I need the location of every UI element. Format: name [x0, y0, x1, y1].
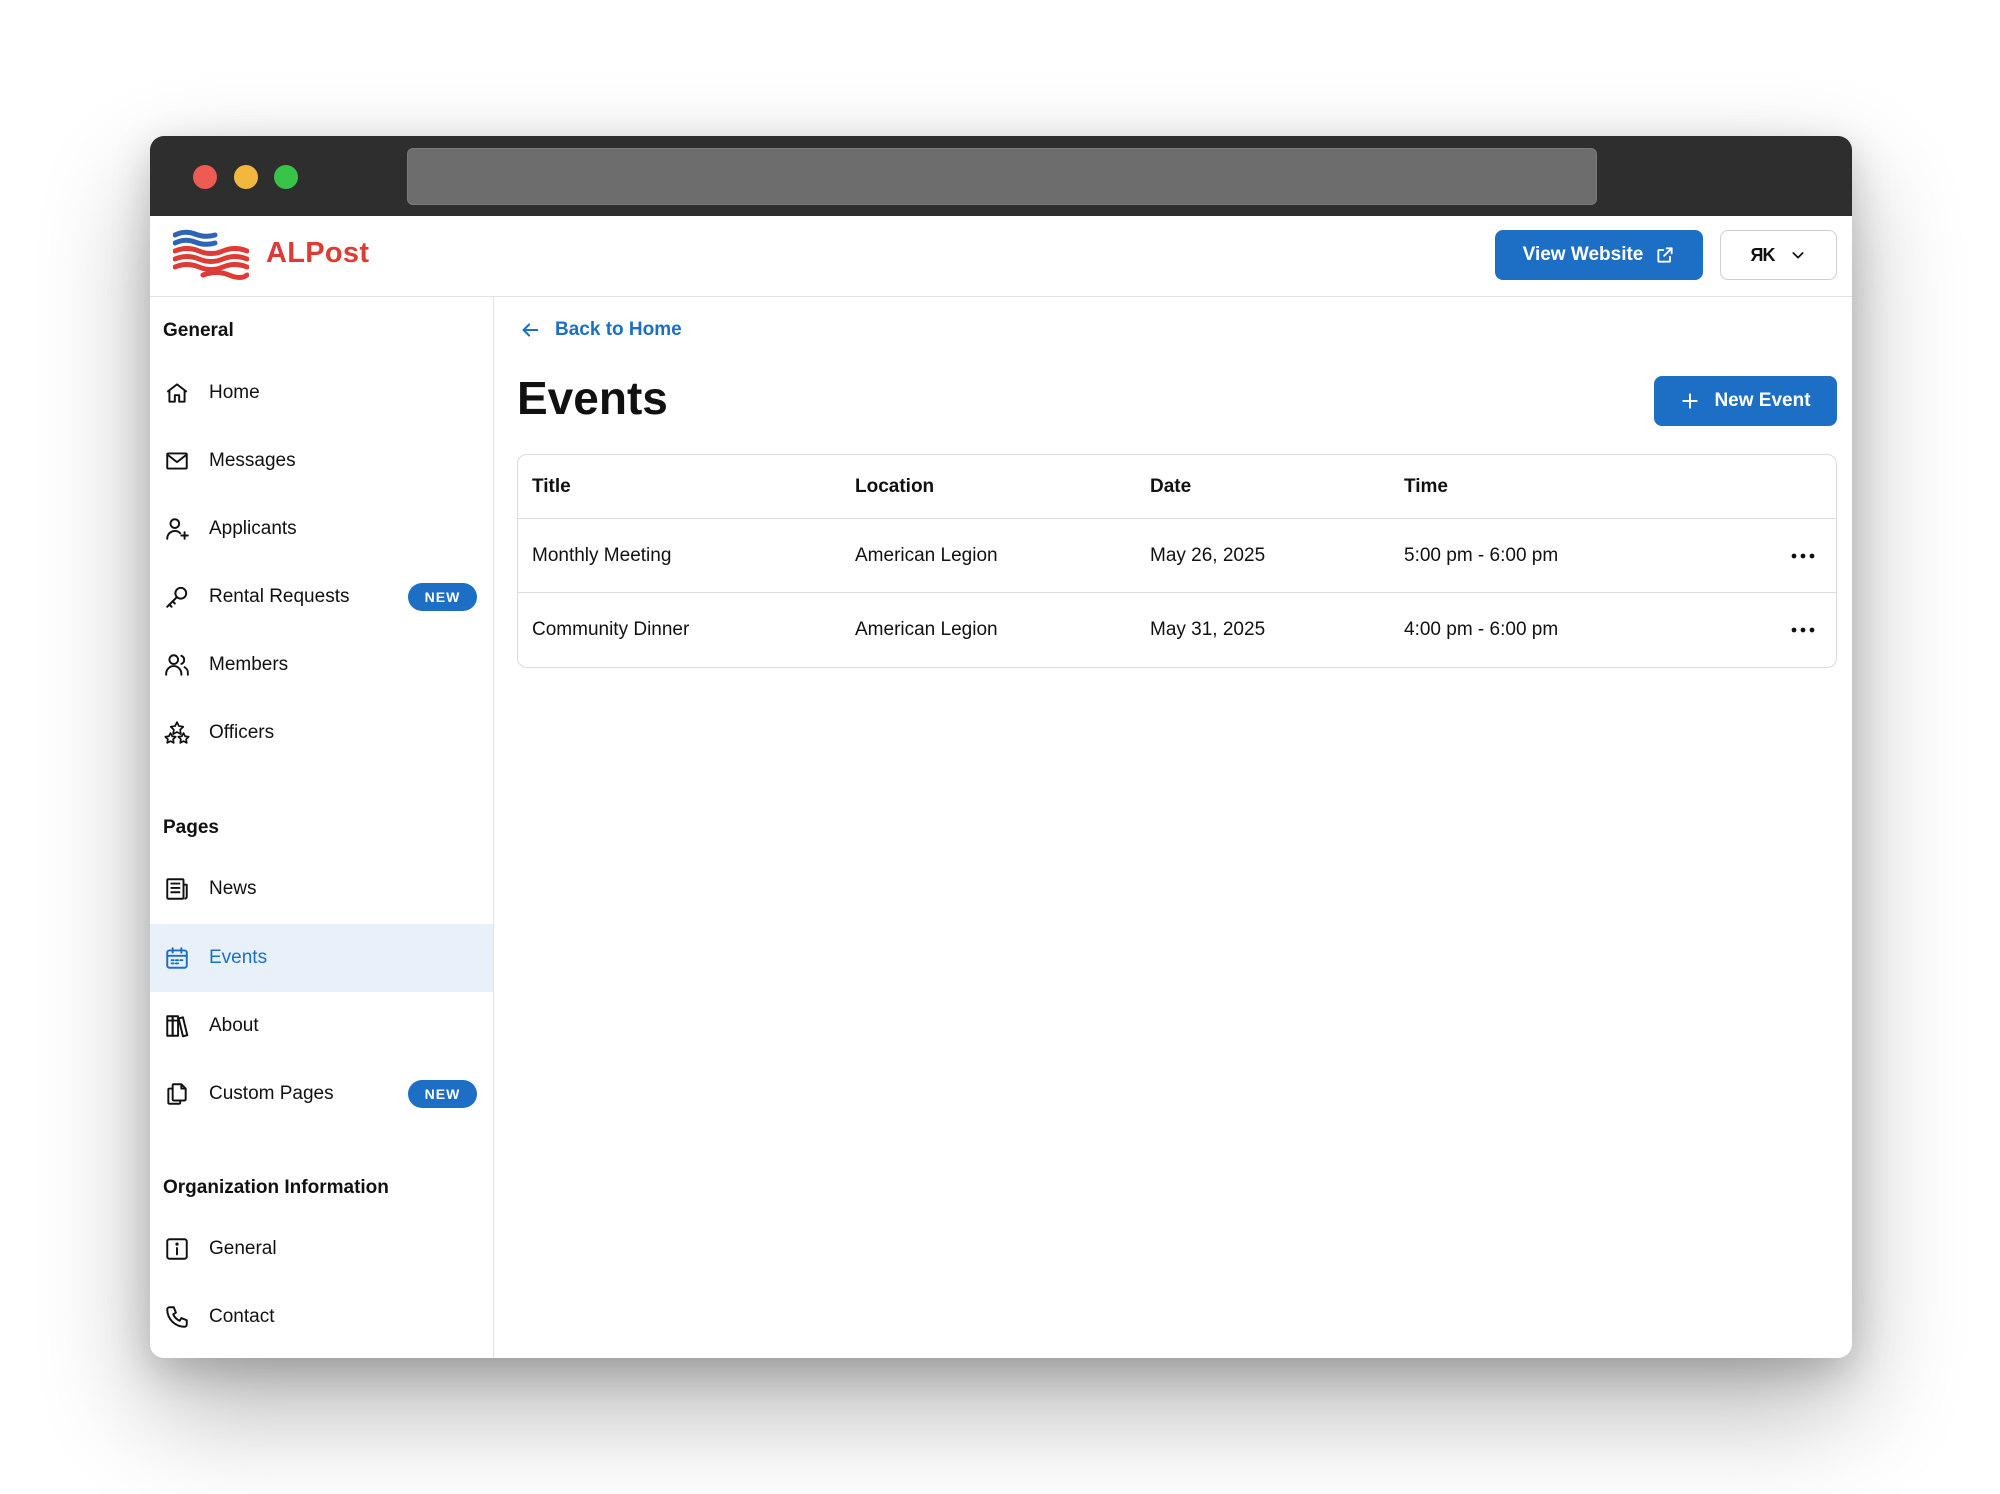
- arrow-left-icon: [522, 323, 539, 337]
- address-bar[interactable]: [407, 148, 1597, 205]
- books-icon: [163, 1012, 191, 1040]
- sidebar-item-rental-requests[interactable]: Rental Requests NEW: [150, 563, 493, 631]
- maximize-window-button[interactable]: [274, 165, 298, 189]
- calendar-icon: [163, 944, 191, 972]
- sidebar-item-label: Rental Requests: [209, 586, 350, 607]
- event-title-cell: Monthly Meeting: [532, 544, 672, 566]
- mail-icon: [163, 447, 191, 475]
- sidebar-item-label: General: [209, 1238, 277, 1259]
- column-header-date[interactable]: Date: [1150, 455, 1191, 518]
- minimize-window-button[interactable]: [234, 165, 258, 189]
- event-title-cell: Community Dinner: [532, 619, 690, 640]
- sidebar-item-label: Messages: [209, 450, 296, 471]
- event-time-cell: 4:00 pm - 6:00 pm: [1404, 619, 1559, 640]
- back-to-home-link[interactable]: Back to Home: [519, 319, 682, 341]
- sidebar-item-label: Home: [209, 382, 260, 403]
- more-horizontal-icon: [1791, 553, 1815, 558]
- phone-icon: [163, 1303, 191, 1331]
- event-time-cell: 5:00 pm - 6:00 pm: [1404, 544, 1559, 566]
- user-plus-icon: [163, 515, 191, 543]
- sidebar-item-messages[interactable]: Messages: [150, 427, 493, 495]
- newspaper-icon: [163, 875, 191, 903]
- sidebar-section-pages: Pages: [163, 817, 219, 838]
- view-website-label: View Website: [1522, 244, 1644, 265]
- plus-icon: [1682, 393, 1699, 409]
- event-location-cell: American Legion: [855, 619, 998, 640]
- page-title: Events: [517, 372, 668, 424]
- sidebar-item-label: About: [209, 1015, 259, 1036]
- sidebar-item-about[interactable]: About: [150, 992, 493, 1060]
- sidebar-item-label: Applicants: [209, 518, 297, 539]
- new-badge: NEW: [408, 1080, 477, 1108]
- sidebar-section-general: General: [163, 320, 234, 341]
- table-row[interactable]: Community Dinner American Legion May 31,…: [518, 593, 1836, 667]
- chevron-down-icon: [1792, 252, 1805, 259]
- key-icon: [163, 583, 191, 611]
- app-header: ALPost View Website ЯK: [150, 216, 1852, 297]
- sidebar-item-home[interactable]: Home: [150, 359, 493, 427]
- home-icon: [163, 379, 191, 407]
- sidebar-item-general[interactable]: General: [150, 1215, 493, 1283]
- documents-icon: [163, 1080, 191, 1108]
- sidebar-item-contact[interactable]: Contact: [150, 1283, 493, 1351]
- stars-icon: [163, 719, 191, 747]
- sidebar-item-label: Custom Pages: [209, 1083, 334, 1104]
- browser-titlebar: [150, 136, 1852, 216]
- event-date-cell: May 26, 2025: [1150, 544, 1266, 566]
- column-header-time[interactable]: Time: [1404, 455, 1448, 518]
- sidebar-item-label: Officers: [209, 722, 275, 743]
- column-header-location[interactable]: Location: [855, 455, 934, 518]
- users-icon: [163, 651, 191, 679]
- external-link-icon: [1657, 247, 1673, 263]
- new-event-button[interactable]: New Event: [1654, 376, 1837, 426]
- event-location-cell: American Legion: [855, 544, 998, 566]
- event-date-cell: May 31, 2025: [1150, 619, 1266, 640]
- sidebar-item-events[interactable]: Events: [150, 924, 493, 992]
- table-header-row: Title Location Date Time: [518, 455, 1836, 519]
- sidebar: General Home Messages Applicants Rental …: [150, 297, 494, 1358]
- account-initials: ЯK: [1750, 244, 1776, 265]
- sidebar-item-custom-pages[interactable]: Custom Pages NEW: [150, 1060, 493, 1128]
- account-menu-button[interactable]: ЯK: [1720, 230, 1837, 280]
- back-to-home-label: Back to Home: [555, 319, 682, 340]
- column-header-title[interactable]: Title: [532, 455, 571, 518]
- row-actions-button[interactable]: [1790, 593, 1816, 667]
- sidebar-item-news[interactable]: News: [150, 855, 493, 923]
- new-badge: NEW: [408, 583, 477, 611]
- browser-window: ALPost View Website ЯK General Home Mess…: [150, 136, 1852, 1358]
- info-icon: [163, 1235, 191, 1263]
- events-table: Title Location Date Time Monthly Meeting…: [517, 454, 1837, 668]
- row-actions-button[interactable]: [1790, 519, 1816, 592]
- brand-name: ALPost: [266, 237, 370, 269]
- new-event-label: New Event: [1714, 390, 1811, 411]
- flag-logo-icon: [173, 229, 249, 280]
- sidebar-item-label: Contact: [209, 1306, 275, 1327]
- sidebar-item-officers[interactable]: Officers: [150, 699, 493, 767]
- sidebar-item-label: News: [209, 878, 257, 899]
- sidebar-item-applicants[interactable]: Applicants: [150, 495, 493, 563]
- close-window-button[interactable]: [193, 165, 217, 189]
- main-content: Back to Home Events New Event Title Loca…: [494, 297, 1852, 1358]
- view-website-button[interactable]: View Website: [1495, 230, 1703, 280]
- sidebar-item-members[interactable]: Members: [150, 631, 493, 699]
- sidebar-item-label: Events: [209, 947, 268, 968]
- sidebar-section-organization: Organization Information: [163, 1177, 389, 1198]
- sidebar-item-label: Members: [209, 654, 289, 675]
- table-row[interactable]: Monthly Meeting American Legion May 26, …: [518, 519, 1836, 593]
- more-horizontal-icon: [1791, 627, 1815, 633]
